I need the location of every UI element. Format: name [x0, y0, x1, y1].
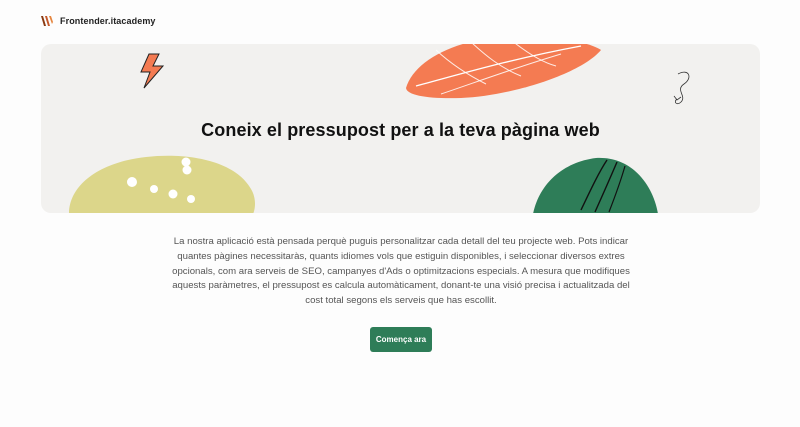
- hero-banner: Coneix el pressupost per a la teva pàgin…: [41, 44, 760, 213]
- site-header: Frontender.itacademy: [40, 14, 156, 28]
- orange-leaf-shape: [406, 44, 601, 99]
- page-title: Coneix el pressupost per a la teva pàgin…: [201, 120, 600, 140]
- lightning-bolt-icon: [140, 53, 165, 89]
- scribble-arrow-icon: [673, 71, 690, 105]
- brand-name[interactable]: Frontender.itacademy: [60, 16, 156, 26]
- frontender-logo-icon[interactable]: [40, 14, 54, 28]
- yellow-dotted-blob: [69, 155, 255, 213]
- start-button[interactable]: Comença ara: [370, 327, 432, 352]
- green-leaf-shape: [533, 157, 658, 213]
- intro-description: La nostra aplicació està pensada perquè …: [172, 236, 630, 307]
